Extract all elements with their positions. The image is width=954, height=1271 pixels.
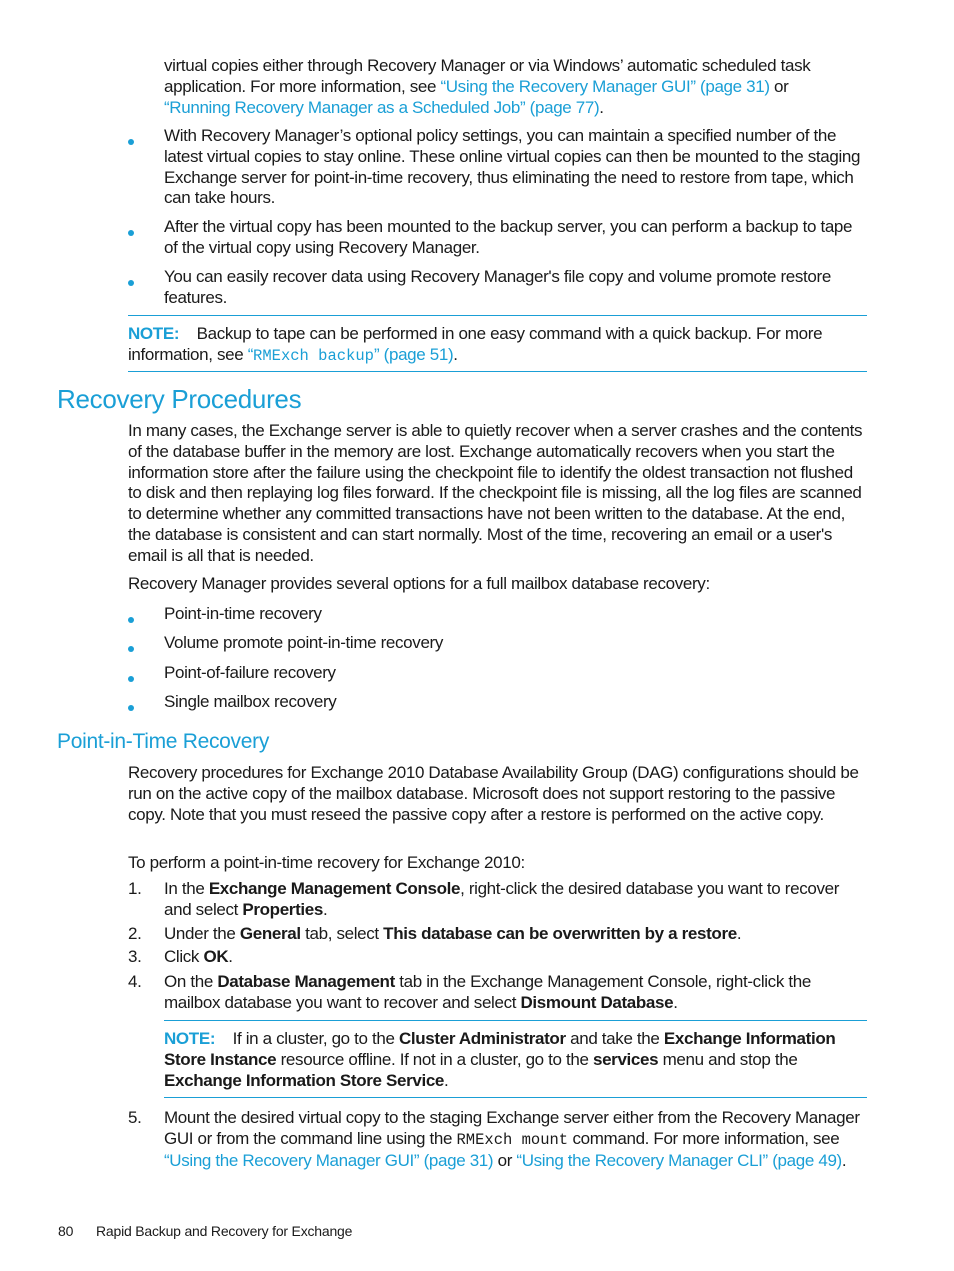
step-item: Mount the desired virtual copy to the st…	[164, 1108, 869, 1171]
step-number: 1.	[128, 879, 142, 898]
page-ref: ” (page 51)	[373, 344, 454, 364]
section-heading-recovery-procedures: Recovery Procedures	[57, 384, 302, 414]
step-item: Under the General tab, select This datab…	[164, 924, 869, 945]
options-intro: Recovery Manager provides several option…	[128, 574, 710, 593]
step-item: In the Exchange Management Console, righ…	[164, 879, 869, 921]
note-label: NOTE:	[128, 324, 180, 343]
intro-text: virtual copies either through Recovery M…	[164, 56, 811, 75]
ui-term: Properties	[242, 899, 323, 919]
page-number: 80	[58, 1223, 74, 1239]
section-paragraph: In many cases, the Exchange server is ab…	[128, 421, 863, 565]
footer-title: Rapid Backup and Recovery for Exchange	[96, 1223, 353, 1239]
step-text: command. For more information, see	[568, 1128, 840, 1148]
note-bottom-rule	[164, 1097, 867, 1098]
ui-term: General	[239, 924, 301, 943]
list-item: Point-of-failure recovery	[164, 663, 336, 682]
step-number: 2.	[128, 924, 142, 943]
note-text: Backup to tape can be performed in one e…	[196, 324, 823, 343]
list-item: Single mailbox recovery	[164, 692, 337, 711]
command-code: RMExch mount	[456, 1130, 569, 1149]
ui-term: Exchange Management Console	[208, 879, 461, 898]
note-text: .	[444, 1070, 449, 1090]
note-label: NOTE:	[164, 1029, 216, 1048]
step-text: .	[673, 992, 678, 1012]
steps-intro: To perform a point-in-time recovery for …	[128, 853, 525, 872]
link-recovery-manager-gui[interactable]: “Using the Recovery Manager GUI” (page 3…	[164, 1151, 494, 1170]
list-item: After the virtual copy has been mounted …	[164, 217, 853, 257]
section-heading-point-in-time: Point-in-Time Recovery	[57, 730, 270, 753]
note-top-rule	[164, 1020, 867, 1021]
list-item: You can easily recover data using Recove…	[164, 267, 831, 307]
step-text: tab, select	[300, 924, 384, 943]
bullet-icon	[128, 617, 134, 623]
step-text: .	[322, 899, 328, 919]
intro-paragraph: virtual copies either through Recovery M…	[164, 56, 869, 118]
ui-term: services	[592, 1049, 659, 1069]
link-scheduled-job[interactable]: “Running Recovery Manager as a Scheduled…	[164, 98, 600, 117]
note-top-rule	[128, 315, 867, 316]
bullet-icon	[128, 280, 134, 286]
note-text: resource offline. If not in a cluster, g…	[276, 1049, 593, 1069]
intro-text: application. For more information, see	[164, 76, 441, 96]
step-item: On the Database Management tab in the Ex…	[164, 972, 869, 1014]
intro-text: or	[769, 76, 789, 96]
step-text: Click	[164, 947, 204, 966]
list-item: Volume promote point-in-time recovery	[164, 633, 444, 652]
step-number: 4.	[128, 972, 142, 991]
bullet-icon	[128, 676, 134, 682]
step-text: .	[736, 924, 742, 943]
step-item: Click OK.	[164, 947, 869, 968]
link-recovery-manager-gui[interactable]: “Using the Recovery Manager GUI” (page 3…	[440, 77, 770, 96]
link-recovery-manager-cli[interactable]: “Using the Recovery Manager CLI” (page 4…	[516, 1151, 842, 1170]
step-text: or	[493, 1150, 517, 1170]
step-number: 3.	[128, 947, 142, 966]
step-text: Under the	[164, 924, 240, 943]
bullet-icon	[128, 705, 134, 711]
note-text: and take the	[565, 1029, 664, 1048]
step-text: .	[228, 947, 233, 966]
bullet-icon	[128, 646, 134, 652]
ui-term: This database can be overwritten by a re…	[383, 924, 737, 943]
bullet-icon	[128, 139, 134, 145]
intro-text: .	[599, 97, 604, 117]
step-text: On the	[164, 972, 218, 991]
ui-term: Exchange Information Store Service	[164, 1070, 445, 1090]
command-code: RMExch backup	[253, 346, 374, 365]
list-item: With Recovery Manager’s optional policy …	[164, 126, 861, 208]
link-rmexch-backup[interactable]: “RMExch backup” (page 51)	[248, 344, 454, 365]
bullet-icon	[128, 230, 134, 236]
ui-term: Database Management	[217, 972, 395, 991]
note-box: NOTE: If in a cluster, go to the Cluster…	[164, 1029, 869, 1091]
note-text: If in a cluster, go to the	[232, 1029, 399, 1048]
step-text: .	[841, 1150, 847, 1170]
note-text: information, see	[128, 344, 248, 364]
step-text: In the	[164, 879, 209, 898]
ui-term: Cluster Administrator	[398, 1029, 566, 1048]
note-bottom-rule	[128, 371, 867, 372]
note-text: menu and stop the	[658, 1049, 798, 1069]
list-item: Point-in-time recovery	[164, 604, 322, 623]
ui-term: OK	[203, 947, 229, 966]
note-text: .	[453, 344, 458, 364]
note-box: NOTE: Backup to tape can be performed in…	[128, 324, 868, 367]
step-number: 5.	[128, 1108, 142, 1127]
section-paragraph: Recovery procedures for Exchange 2010 Da…	[128, 763, 859, 824]
ui-term: Dismount Database	[520, 992, 674, 1012]
